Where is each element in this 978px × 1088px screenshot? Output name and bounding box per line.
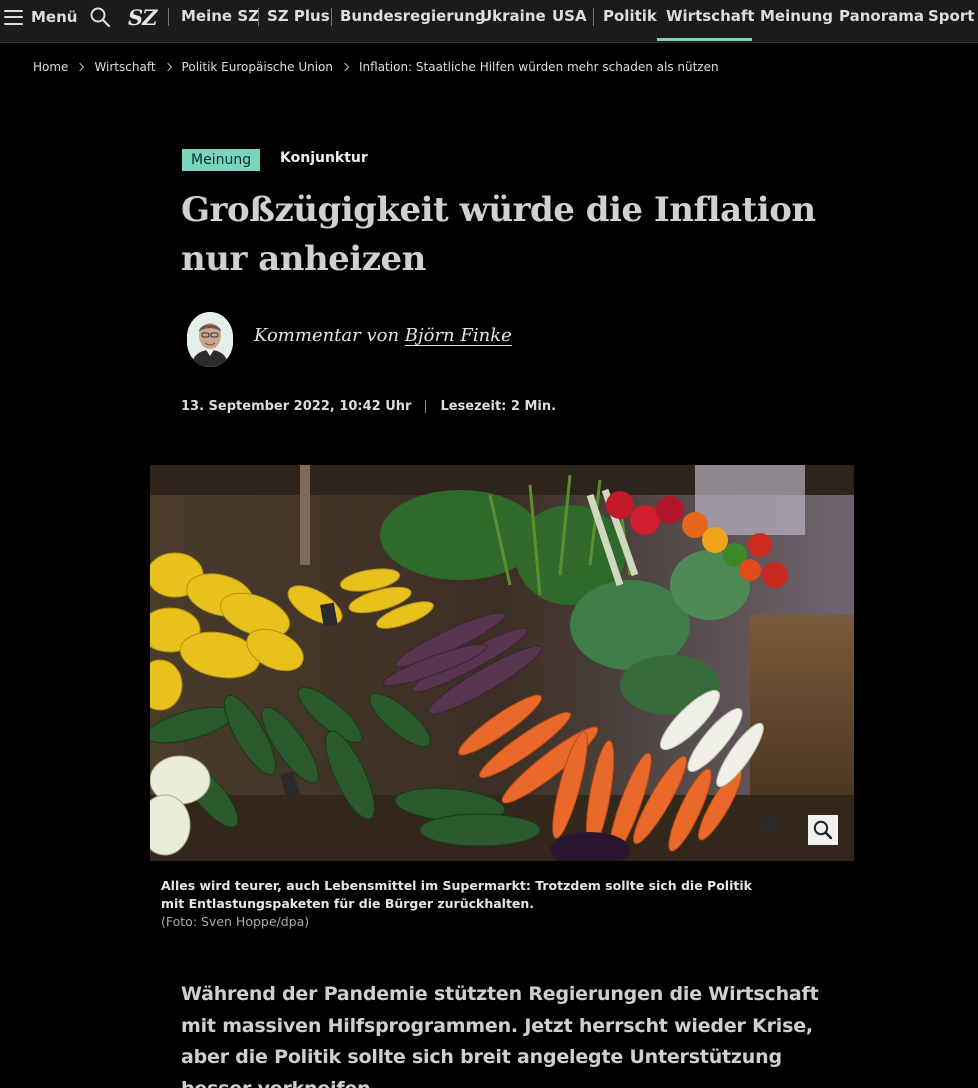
breadcrumb-current: Inflation: Staatliche Hilfen würden mehr… [359,60,719,74]
nav-active-indicator [657,38,752,41]
nav-item-sz-plus[interactable]: SZ Plus [267,7,330,25]
article-meta: 13. September 2022, 10:42 Uhr Lesezeit: … [181,399,556,414]
breadcrumb-wirtschaft[interactable]: Wirtschaft [94,60,155,74]
nav-divider [331,8,332,26]
chevron-right-icon [163,62,172,72]
breadcrumb: Home Wirtschaft Politik Europäische Unio… [33,59,719,75]
nav-item-ukraine[interactable]: Ukraine [480,7,546,25]
nav-item-panorama[interactable]: Panorama [839,7,924,25]
byline: Kommentar von Björn Finke [254,325,512,346]
nav-item-usa[interactable]: USA [552,7,587,25]
nav-item-wirtschaft[interactable]: Wirtschaft [666,7,755,25]
search-icon[interactable] [90,7,110,27]
hamburger-icon [4,9,23,25]
top-navigation: Menü SZ Meine SZ SZ Plus Bundesregierung… [0,0,978,43]
article-headline: Großzügigkeit würde die Inflation nur an… [181,190,816,279]
opinion-badge: Meinung [182,149,261,171]
sz-logo[interactable]: SZ [128,5,157,30]
article-lead: Während der Pandemie stützten Regierunge… [181,983,819,1088]
chevron-right-icon [340,62,350,72]
nav-divider [258,8,259,26]
topic-label: Konjunktur [280,150,368,166]
nav-item-politik[interactable]: Politik [603,7,657,25]
breadcrumb-home[interactable]: Home [33,60,68,74]
nav-item-meine-sz[interactable]: Meine SZ [181,7,259,25]
image-caption: Alles wird teurer, auch Lebensmittel im … [161,878,752,911]
menu-label: Menü [31,8,78,26]
zoom-icon [813,820,833,840]
nav-divider [593,8,594,26]
publish-date: 13. September 2022, 10:42 Uhr [181,399,412,414]
zoom-button[interactable] [808,815,838,845]
author-avatar[interactable] [187,312,233,367]
image-credit: (Foto: Sven Hoppe/dpa) [161,914,310,929]
nav-item-sport[interactable]: Sport [928,7,974,25]
menu-button[interactable]: Menü [4,6,77,28]
nav-item-meinung[interactable]: Meinung [760,7,833,25]
article-image[interactable] [150,465,854,861]
author-link[interactable]: Björn Finke [405,325,512,346]
breadcrumb-politik-eu[interactable]: Politik Europäische Union [182,60,333,74]
nav-item-bundesregierung[interactable]: Bundesregierung [340,7,486,25]
chevron-right-icon [76,62,85,72]
vegetable-photo [150,465,854,861]
meta-divider [425,400,427,413]
nav-divider [168,8,169,26]
reading-time: Lesezeit: 2 Min. [440,399,557,414]
byline-prefix: Kommentar von [254,325,405,346]
